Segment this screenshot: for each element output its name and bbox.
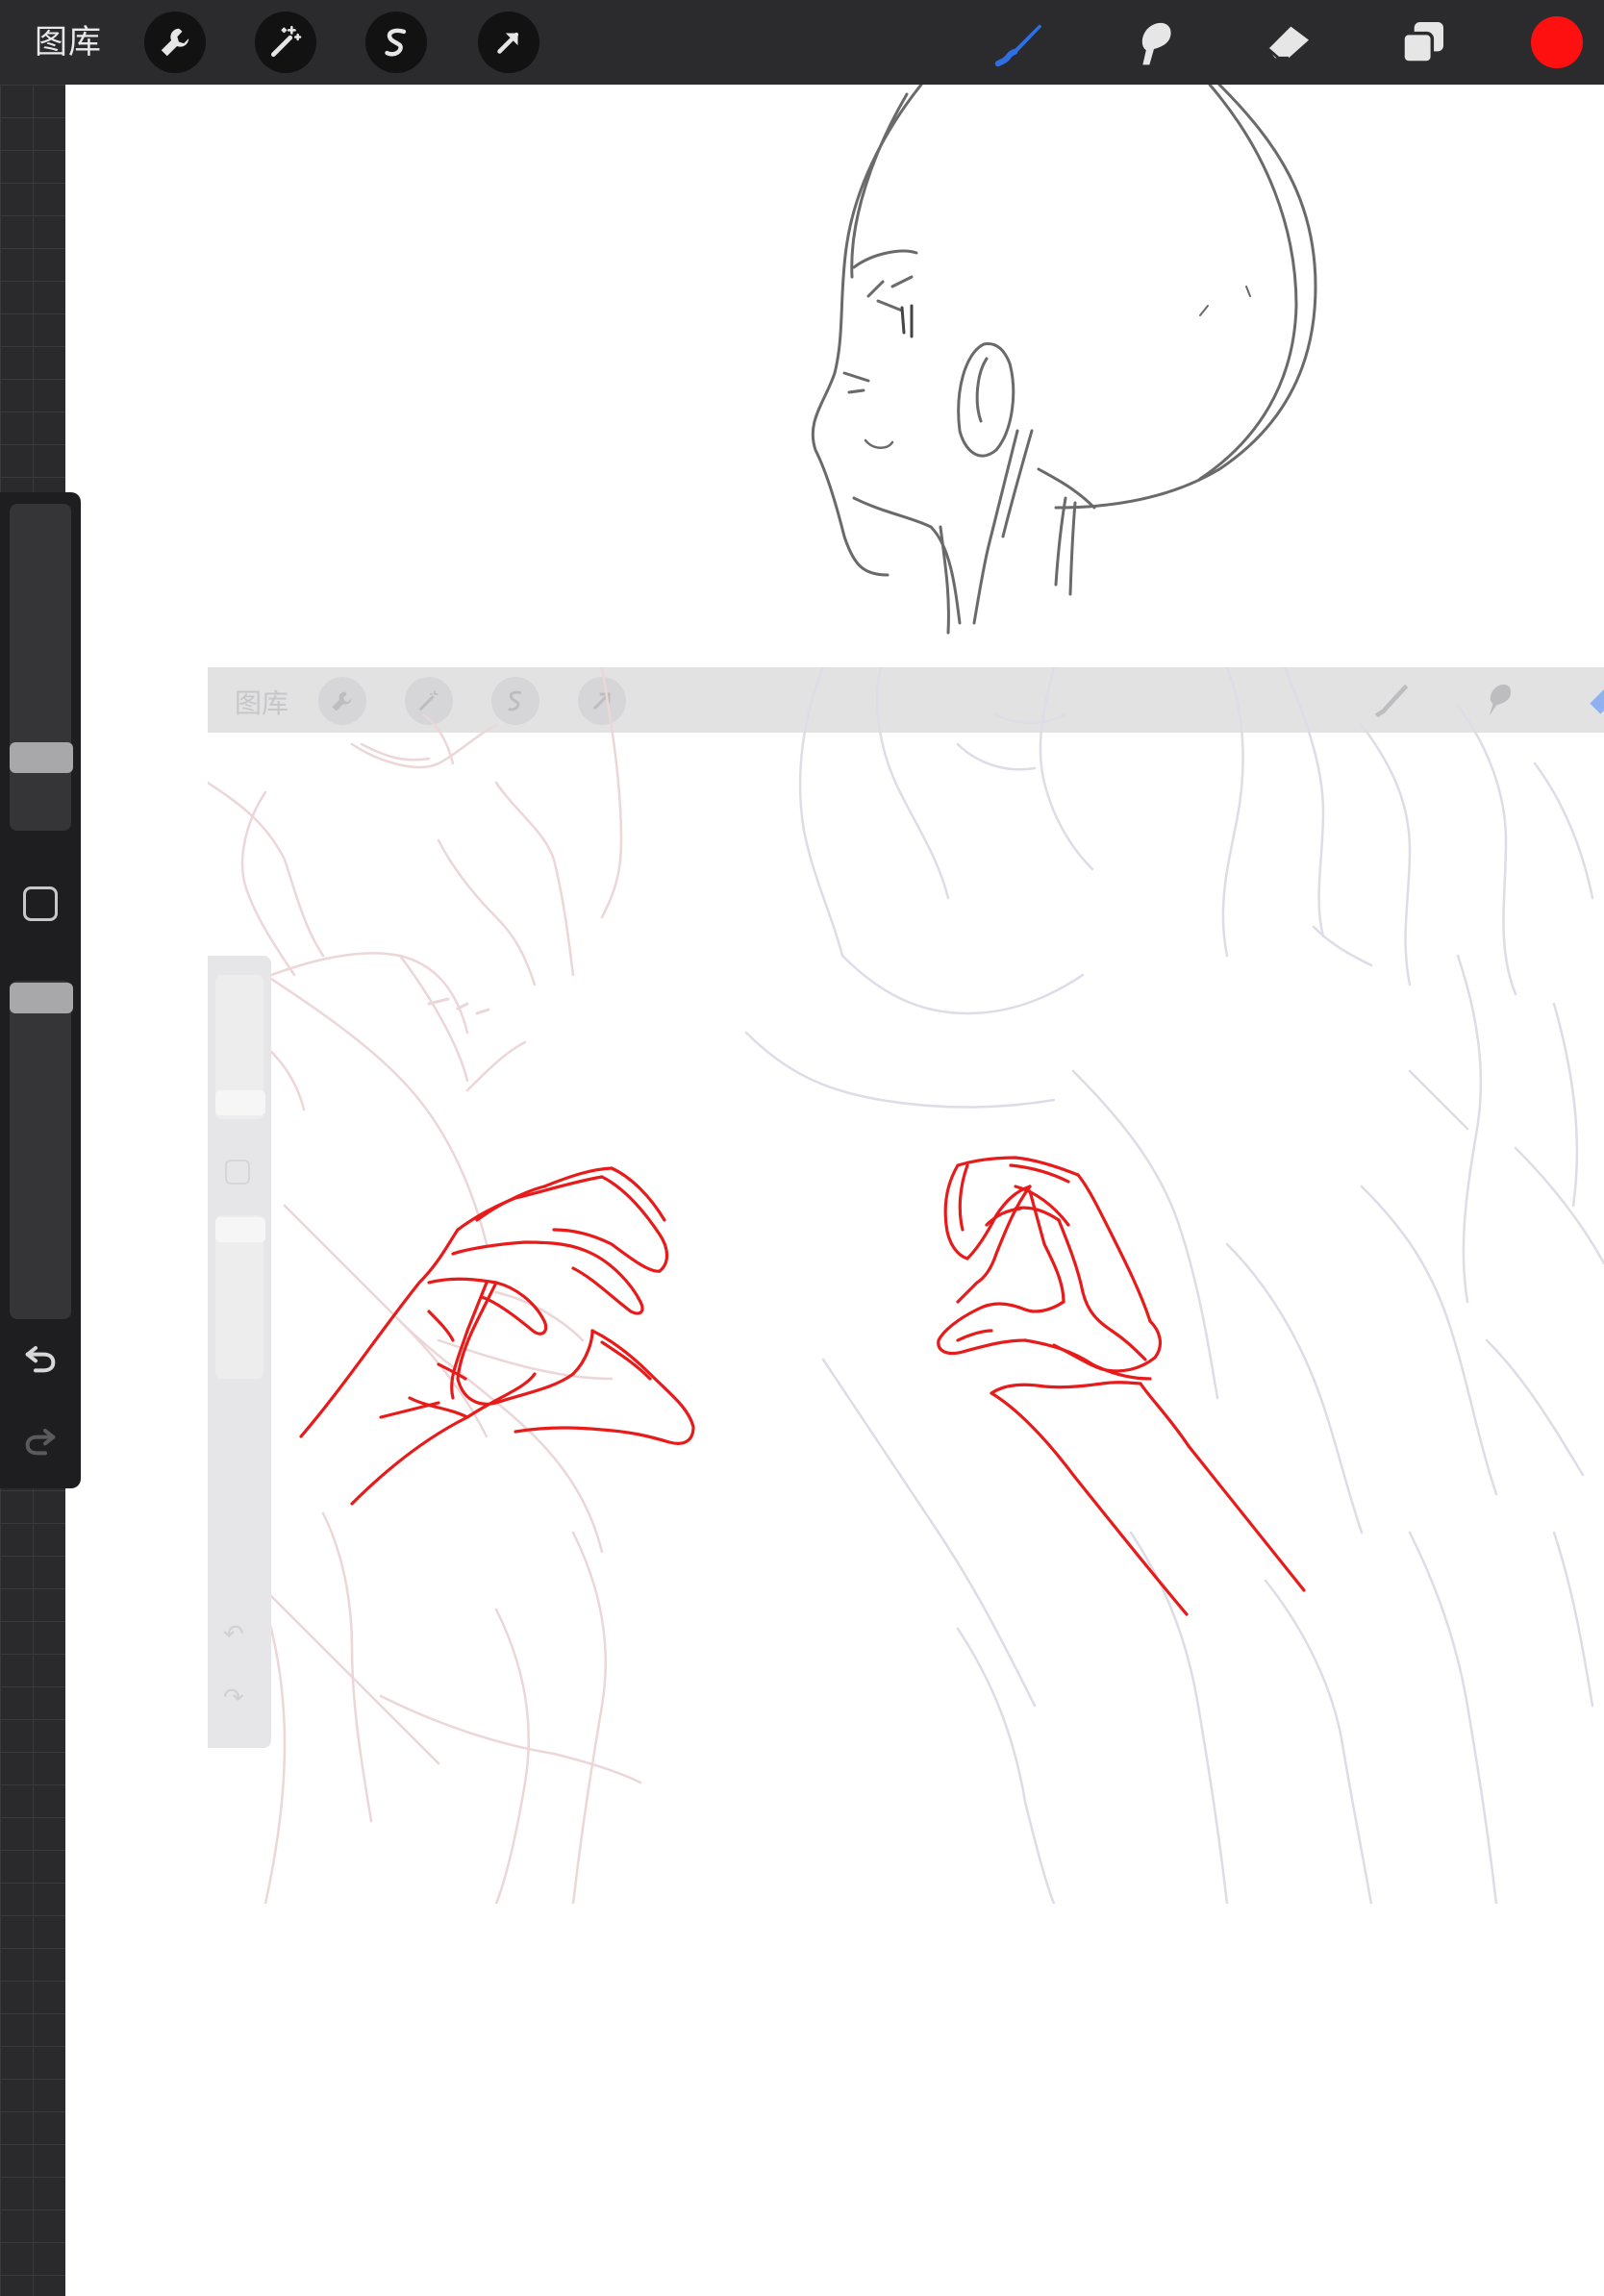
reference-side-panel: ↶ ↷ (208, 956, 271, 1748)
transform-arrow-icon (497, 32, 519, 54)
undo-button[interactable] (19, 1336, 62, 1379)
undo-icon (25, 1346, 56, 1373)
top-toolbar: 图库 (0, 0, 1604, 85)
redo-icon (25, 1429, 56, 1456)
reference-lineart (208, 667, 1604, 1904)
smudge-icon (1141, 22, 1171, 65)
redo-button[interactable] (19, 1419, 62, 1461)
gallery-button[interactable]: 图库 (35, 21, 102, 63)
adjustments-wand-button[interactable] (255, 12, 316, 73)
head-sketch (811, 85, 1317, 635)
brush-size-slider[interactable] (10, 504, 71, 831)
transform-button[interactable] (478, 12, 539, 73)
smudge-tool-button[interactable] (1125, 13, 1183, 71)
layers-icon (1401, 22, 1443, 64)
opacity-slider[interactable] (10, 981, 71, 1319)
actions-wrench-button[interactable] (144, 12, 206, 73)
selection-s-icon (385, 28, 407, 57)
eraser-icon (1267, 26, 1309, 60)
sidebar-panel (0, 492, 81, 1488)
eraser-tool-button[interactable] (1260, 13, 1317, 71)
layers-button[interactable] (1394, 13, 1452, 71)
selection-button[interactable] (365, 12, 427, 73)
red-hands-sketch (299, 1156, 1306, 1616)
color-picker-button[interactable] (1531, 16, 1583, 68)
opacity-slider-handle[interactable] (10, 983, 73, 1013)
reference-screenshot: 图库 ↶ ↷ (208, 667, 1604, 1904)
modify-button[interactable] (23, 886, 58, 921)
brush-size-slider-handle[interactable] (10, 742, 73, 773)
brush-icon (994, 24, 1042, 67)
brush-tool-button[interactable] (990, 13, 1048, 71)
wrench-icon (161, 28, 189, 57)
magic-wand-icon (270, 25, 302, 58)
